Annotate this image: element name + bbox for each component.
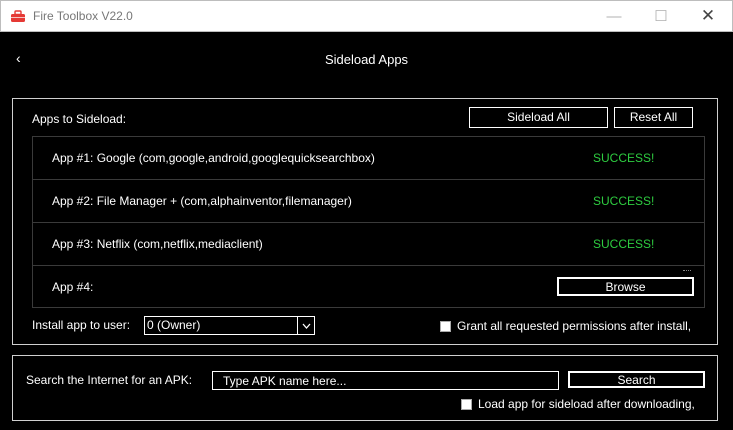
toolbox-icon bbox=[11, 10, 25, 22]
install-user-select[interactable]: 0 (Owner) bbox=[144, 316, 315, 335]
search-button[interactable]: Search bbox=[568, 371, 705, 388]
app-list: App #1: Google (com,google,android,googl… bbox=[32, 136, 705, 308]
sideload-page: ‹ Sideload Apps Apps to Sideload: Sidelo… bbox=[1, 32, 732, 429]
apk-search-input[interactable] bbox=[212, 371, 559, 390]
app-row-4: App #4: Browse bbox=[32, 265, 705, 308]
apk-search-label: Search the Internet for an APK: bbox=[26, 373, 193, 387]
app-row-2: App #2: File Manager + (com,alphainvento… bbox=[32, 179, 705, 222]
load-after-download-checkbox[interactable] bbox=[461, 399, 472, 410]
sideload-panel: Apps to Sideload: Sideload All Reset All… bbox=[12, 98, 718, 345]
sideload-all-button[interactable]: Sideload All bbox=[469, 107, 608, 128]
minimize-button[interactable]: — bbox=[600, 5, 628, 27]
chevron-down-icon[interactable] bbox=[297, 317, 314, 334]
install-user-value: 0 (Owner) bbox=[147, 318, 201, 332]
app-row-3: App #3: Netflix (com,netflix,mediaclient… bbox=[32, 222, 705, 265]
install-user-label: Install app to user: bbox=[32, 318, 131, 332]
status-badge: SUCCESS! bbox=[593, 237, 655, 251]
maximize-button[interactable]: ☐ bbox=[647, 5, 675, 27]
load-after-download-label[interactable]: Load app for sideload after downloading, bbox=[478, 397, 695, 411]
app-label: App #3: Netflix (com,netflix,mediaclient… bbox=[52, 237, 263, 251]
resize-grip-icon bbox=[683, 270, 691, 272]
browse-button[interactable]: Browse bbox=[557, 277, 694, 296]
grant-permissions-label[interactable]: Grant all requested permissions after in… bbox=[457, 319, 691, 333]
window-title: Fire Toolbox V22.0 bbox=[33, 9, 133, 23]
title-bar: Fire Toolbox V22.0 — ☐ ✕ bbox=[0, 0, 733, 32]
apk-search-panel: Search the Internet for an APK: Search L… bbox=[12, 355, 718, 421]
grant-permissions-checkbox[interactable] bbox=[440, 321, 451, 332]
apps-to-sideload-label: Apps to Sideload: bbox=[32, 112, 127, 126]
app-label: App #4: bbox=[52, 280, 94, 294]
status-badge: SUCCESS! bbox=[593, 194, 655, 208]
app-row-1: App #1: Google (com,google,android,googl… bbox=[32, 136, 705, 179]
close-button[interactable]: ✕ bbox=[694, 5, 722, 27]
app-label: App #2: File Manager + (com,alphainvento… bbox=[52, 194, 352, 208]
page-title: Sideload Apps bbox=[324, 52, 409, 67]
app-label: App #1: Google (com,google,android,googl… bbox=[52, 151, 375, 165]
reset-all-button[interactable]: Reset All bbox=[614, 107, 693, 128]
status-badge: SUCCESS! bbox=[593, 151, 655, 165]
